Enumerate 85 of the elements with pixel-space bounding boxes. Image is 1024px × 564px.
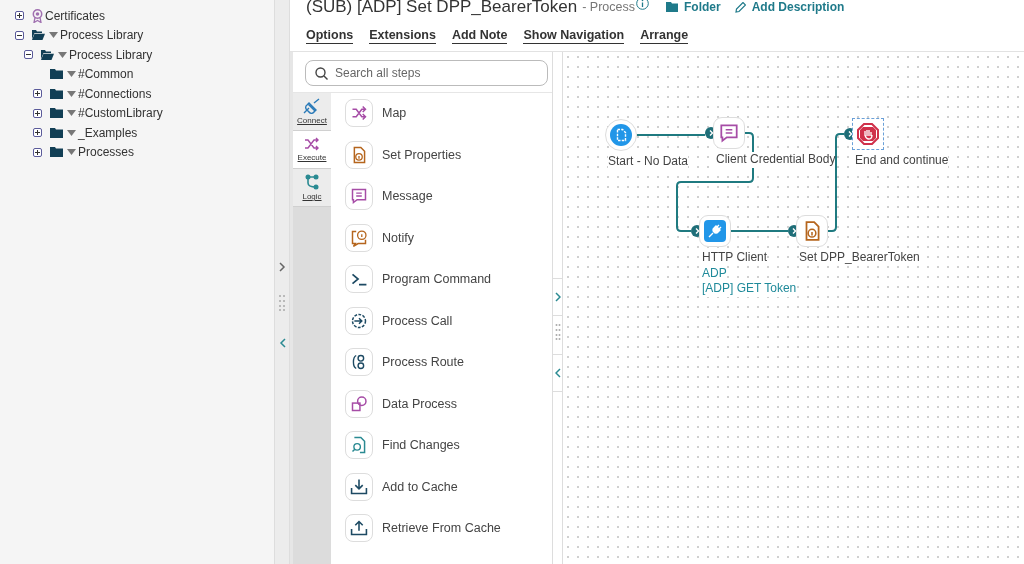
drag-handle-icon[interactable] — [554, 323, 561, 341]
open-folder-icon — [32, 30, 45, 41]
chat-bubble-icon — [345, 182, 373, 210]
step-item[interactable]: Map — [382, 106, 407, 120]
tree-item-label[interactable]: Processes — [78, 145, 135, 160]
terminal-icon — [345, 265, 373, 293]
folder-icon — [50, 88, 63, 99]
step-item[interactable]: Add to Cache — [382, 479, 458, 494]
search-field[interactable]: Search all steps — [305, 60, 548, 86]
plug-icon — [303, 98, 321, 114]
tree-item-label[interactable]: #Common — [78, 67, 134, 82]
folder-icon — [50, 108, 63, 119]
folder-icon — [50, 127, 63, 138]
add-description-link[interactable]: Add Description — [751, 0, 845, 14]
info-bubble-icon — [345, 223, 373, 252]
step-item[interactable]: Find Changes — [382, 438, 460, 452]
open-folder-icon — [41, 49, 54, 60]
folder-icon — [50, 69, 63, 80]
step-item[interactable]: Retrieve From Cache — [382, 521, 501, 535]
tree-item-label[interactable]: Certificates — [45, 8, 106, 23]
collapse-toggle[interactable] — [15, 30, 24, 40]
step-item[interactable]: Program Command — [382, 272, 492, 286]
document-circle-icon[interactable] — [605, 119, 637, 151]
upload-tray-icon — [345, 514, 373, 542]
caret-icon — [67, 71, 76, 78]
expand-toggle[interactable] — [33, 147, 42, 157]
caret-icon — [49, 32, 58, 39]
menu-link[interactable]: Add Note — [451, 28, 508, 44]
tree-item-label[interactable]: Process Library — [60, 28, 144, 43]
folder-icon — [50, 147, 63, 158]
step-label: Start - No Data — [608, 154, 689, 170]
caret-icon — [67, 129, 76, 136]
collapse-toggle[interactable] — [24, 50, 33, 60]
palette-tab[interactable]: Execute — [293, 131, 331, 169]
expand-toggle[interactable] — [33, 108, 42, 118]
menu-link[interactable]: Extensions — [369, 28, 436, 44]
chat-bubble-icon[interactable] — [713, 117, 745, 149]
step-detail: [ADP] GET Token — [702, 281, 797, 297]
process-type-label: - Process — [582, 0, 635, 14]
step-item[interactable]: Process Call — [382, 313, 453, 328]
info-icon[interactable] — [635, 0, 649, 10]
document-info-icon[interactable] — [796, 215, 828, 247]
step-item[interactable]: Data Process — [382, 396, 458, 411]
step-label: End and continue — [855, 153, 949, 169]
ribbon-badge-icon — [32, 8, 43, 23]
expand-toggle[interactable] — [33, 89, 42, 99]
tree-item-label[interactable]: Process Library — [69, 47, 153, 62]
step-item[interactable]: Set Properties — [382, 147, 462, 162]
tree-item-label[interactable]: _Examples — [78, 125, 138, 140]
expand-toggle[interactable] — [15, 11, 24, 21]
stop-hand-icon[interactable] — [852, 118, 884, 150]
search-icon — [315, 67, 328, 80]
expand-toggle[interactable] — [33, 128, 42, 138]
caret-icon — [58, 51, 67, 58]
chevron-left-icon[interactable] — [554, 368, 561, 378]
download-tray-icon — [345, 472, 373, 501]
shapes-icon — [345, 389, 373, 418]
palette-tab[interactable]: Logic — [293, 169, 331, 207]
shuffle-icon — [303, 137, 321, 151]
menu-link[interactable]: Show Navigation — [523, 28, 625, 44]
tree-item-label[interactable]: #Connections — [78, 86, 152, 101]
chevron-right-icon[interactable] — [278, 262, 286, 272]
tree-item-label[interactable]: #CustomLibrary — [78, 106, 163, 121]
pencil-icon — [734, 1, 746, 13]
caret-icon — [67, 149, 76, 156]
document-search-icon — [345, 431, 373, 459]
branch-icon — [305, 174, 319, 190]
process-title: (SUB) [ADP] Set DPP_BearerToken — [306, 0, 578, 17]
drag-handle-icon[interactable] — [278, 294, 286, 312]
step-item[interactable]: Notify — [382, 230, 414, 245]
palette-tab[interactable]: Connect — [293, 93, 331, 131]
caret-icon — [67, 110, 76, 117]
plug-icon[interactable] — [699, 215, 731, 247]
step-label: Set DPP_BearerToken — [799, 250, 920, 266]
folder-icon — [665, 2, 678, 12]
step-item[interactable]: Message — [382, 189, 433, 203]
shuffle-icon — [345, 99, 373, 127]
folder-link[interactable]: Folder — [683, 0, 721, 14]
menu-link[interactable]: Arrange — [640, 28, 689, 44]
menu-link[interactable]: Options — [306, 28, 354, 44]
caret-icon — [67, 90, 76, 97]
step-item[interactable]: Process Route — [382, 355, 464, 369]
chevron-right-icon[interactable] — [554, 292, 561, 302]
document-info-icon — [345, 140, 373, 169]
chevron-left-icon[interactable] — [278, 338, 286, 348]
